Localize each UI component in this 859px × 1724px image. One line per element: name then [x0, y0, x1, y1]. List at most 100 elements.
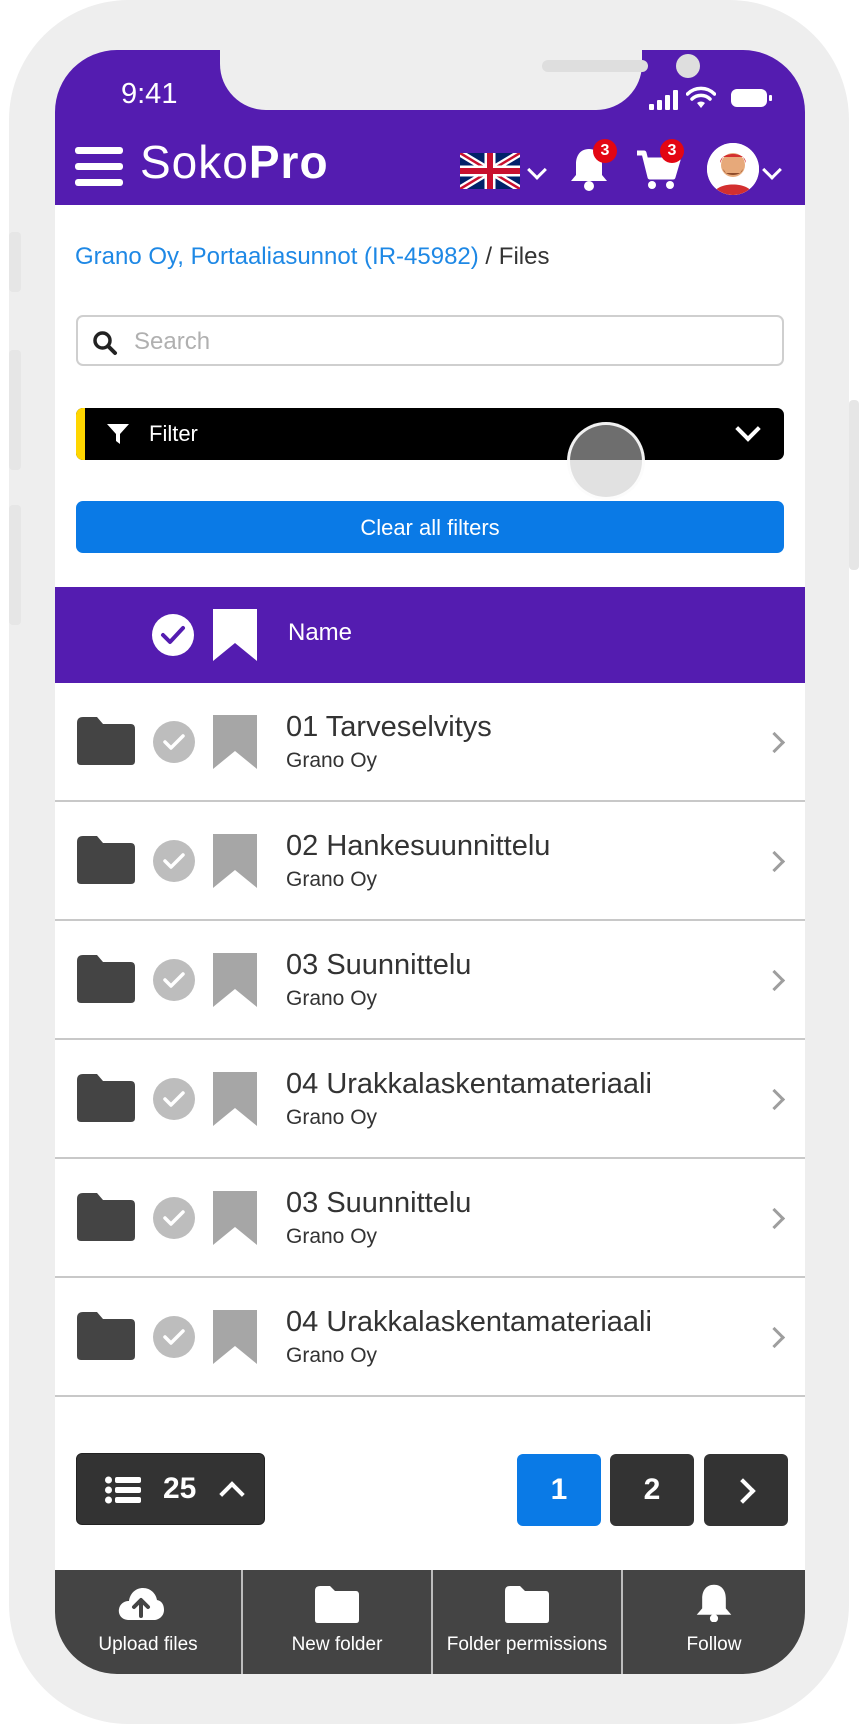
list-icon — [105, 1476, 141, 1504]
row-select-checkbox[interactable] — [153, 1078, 195, 1120]
row-title: 04 Urakkalaskentamateriaali — [286, 1306, 652, 1338]
front-camera — [676, 54, 700, 78]
chevron-right-icon — [763, 969, 786, 992]
check-icon — [163, 972, 185, 988]
folder-icon — [315, 1586, 359, 1623]
chevron-right-icon — [730, 1478, 756, 1504]
user-menu-chevron-down-icon[interactable] — [762, 160, 782, 180]
volume-down-button — [9, 505, 21, 625]
row-select-checkbox[interactable] — [153, 1316, 195, 1358]
row-owner: Grano Oy — [286, 1344, 378, 1367]
row-owner: Grano Oy — [286, 1225, 378, 1248]
filter-label: Filter — [149, 421, 198, 446]
filter-accent-bar — [76, 408, 85, 460]
chevron-right-icon — [763, 1207, 786, 1230]
bookmark-icon[interactable] — [211, 713, 259, 771]
check-icon — [163, 1091, 185, 1107]
row-title: 04 Urakkalaskentamateriaali — [286, 1068, 652, 1100]
folder-icon — [77, 1074, 135, 1122]
row-select-checkbox[interactable] — [153, 959, 195, 1001]
table-row[interactable]: 03 Suunnittelu Grano Oy — [55, 921, 805, 1040]
avatar-image — [707, 143, 759, 195]
new-folder-label: New folder — [291, 1634, 383, 1655]
sokopro-logo[interactable]: SokoPro — [140, 135, 329, 189]
follow-button[interactable]: Follow — [623, 1570, 805, 1674]
funnel-icon — [107, 424, 129, 444]
app-header: 9:41 SokoPro 3 3 — [55, 50, 805, 205]
items-per-page-value: 25 — [163, 1472, 197, 1505]
row-title: 02 Hankesuunnittelu — [286, 830, 551, 862]
cloud-upload-icon — [118, 1588, 164, 1620]
breadcrumb-project-link[interactable]: Grano Oy, Portaaliasunnot (IR-45982) — [75, 243, 479, 270]
bookmark-icon[interactable] — [211, 832, 259, 890]
folder-permissions-button[interactable]: Folder permissions — [433, 1570, 621, 1674]
bookmark-icon[interactable] — [211, 1308, 259, 1366]
uk-flag-icon — [460, 153, 520, 189]
items-per-page-selector[interactable]: 25 — [76, 1453, 265, 1525]
bookmark-all-icon[interactable] — [211, 607, 259, 663]
next-page-button[interactable] — [704, 1454, 788, 1526]
bell-icon — [696, 1584, 732, 1622]
folder-icon — [77, 955, 135, 1003]
mute-switch — [9, 232, 21, 292]
folder-icon — [505, 1586, 549, 1623]
table-row[interactable]: 04 Urakkalaskentamateriaali Grano Oy — [55, 1278, 805, 1397]
folder-icon — [77, 1193, 135, 1241]
volume-up-button — [9, 350, 21, 470]
folder-icon — [77, 836, 135, 884]
row-select-checkbox[interactable] — [153, 721, 195, 763]
table-header: Name — [55, 587, 805, 683]
check-icon — [163, 734, 185, 750]
filter-toggle[interactable]: Filter — [76, 408, 784, 460]
check-icon — [163, 1329, 185, 1345]
cart-badge: 3 — [660, 139, 684, 163]
row-owner: Grano Oy — [286, 1106, 378, 1129]
table-row[interactable]: 02 Hankesuunnittelu Grano Oy — [55, 802, 805, 921]
follow-label: Follow — [686, 1634, 742, 1655]
bookmark-icon[interactable] — [211, 951, 259, 1009]
breadcrumb-current: Files — [498, 243, 550, 270]
column-header-name[interactable]: Name — [288, 619, 352, 647]
bookmark-icon[interactable] — [211, 1189, 259, 1247]
earpiece — [542, 60, 648, 72]
check-icon — [161, 626, 185, 644]
row-title: 03 Suunnittelu — [286, 949, 472, 981]
phone-screen: 9:41 SokoPro 3 3 Grano Oy, Portaaliasunn… — [55, 50, 805, 1674]
hamburger-menu-icon[interactable] — [75, 147, 123, 187]
row-select-checkbox[interactable] — [153, 840, 195, 882]
check-icon — [163, 1210, 185, 1226]
new-folder-button[interactable]: New folder — [243, 1570, 431, 1674]
search-box — [76, 315, 784, 366]
breadcrumb: Grano Oy, Portaaliasunnot (IR-45982) / F… — [75, 243, 549, 271]
row-owner: Grano Oy — [286, 987, 378, 1010]
row-owner: Grano Oy — [286, 749, 378, 772]
row-title: 01 Tarveselvitys — [286, 711, 492, 743]
table-row[interactable]: 04 Urakkalaskentamateriaali Grano Oy — [55, 1040, 805, 1159]
table-row[interactable]: 01 Tarveselvitys Grano Oy — [55, 683, 805, 802]
breadcrumb-separator: / — [478, 243, 499, 270]
page-1-button[interactable]: 1 — [517, 1454, 601, 1526]
folder-icon — [77, 1312, 135, 1360]
page-2-button[interactable]: 2 — [610, 1454, 694, 1526]
status-time: 9:41 — [121, 78, 178, 110]
search-input[interactable] — [132, 321, 756, 363]
table-row[interactable]: 03 Suunnittelu Grano Oy — [55, 1159, 805, 1278]
upload-files-button[interactable]: Upload files — [55, 1570, 241, 1674]
clear-all-filters-button[interactable]: Clear all filters — [76, 501, 784, 553]
select-all-checkbox[interactable] — [152, 614, 194, 656]
row-select-checkbox[interactable] — [153, 1197, 195, 1239]
check-icon — [163, 853, 185, 869]
folder-permissions-label: Folder permissions — [446, 1634, 608, 1655]
search-icon — [93, 331, 117, 355]
bookmark-icon[interactable] — [211, 1070, 259, 1128]
chevron-right-icon — [763, 1088, 786, 1111]
chevron-right-icon — [763, 1326, 786, 1349]
upload-files-label: Upload files — [98, 1634, 198, 1655]
user-avatar[interactable] — [707, 143, 759, 195]
signal-icon — [649, 90, 679, 110]
wifi-icon — [686, 86, 716, 108]
chevron-right-icon — [763, 731, 786, 754]
row-title: 03 Suunnittelu — [286, 1187, 472, 1219]
chevron-right-icon — [763, 850, 786, 873]
file-list: 01 Tarveselvitys Grano Oy 02 Hankesuunni… — [55, 683, 805, 1397]
